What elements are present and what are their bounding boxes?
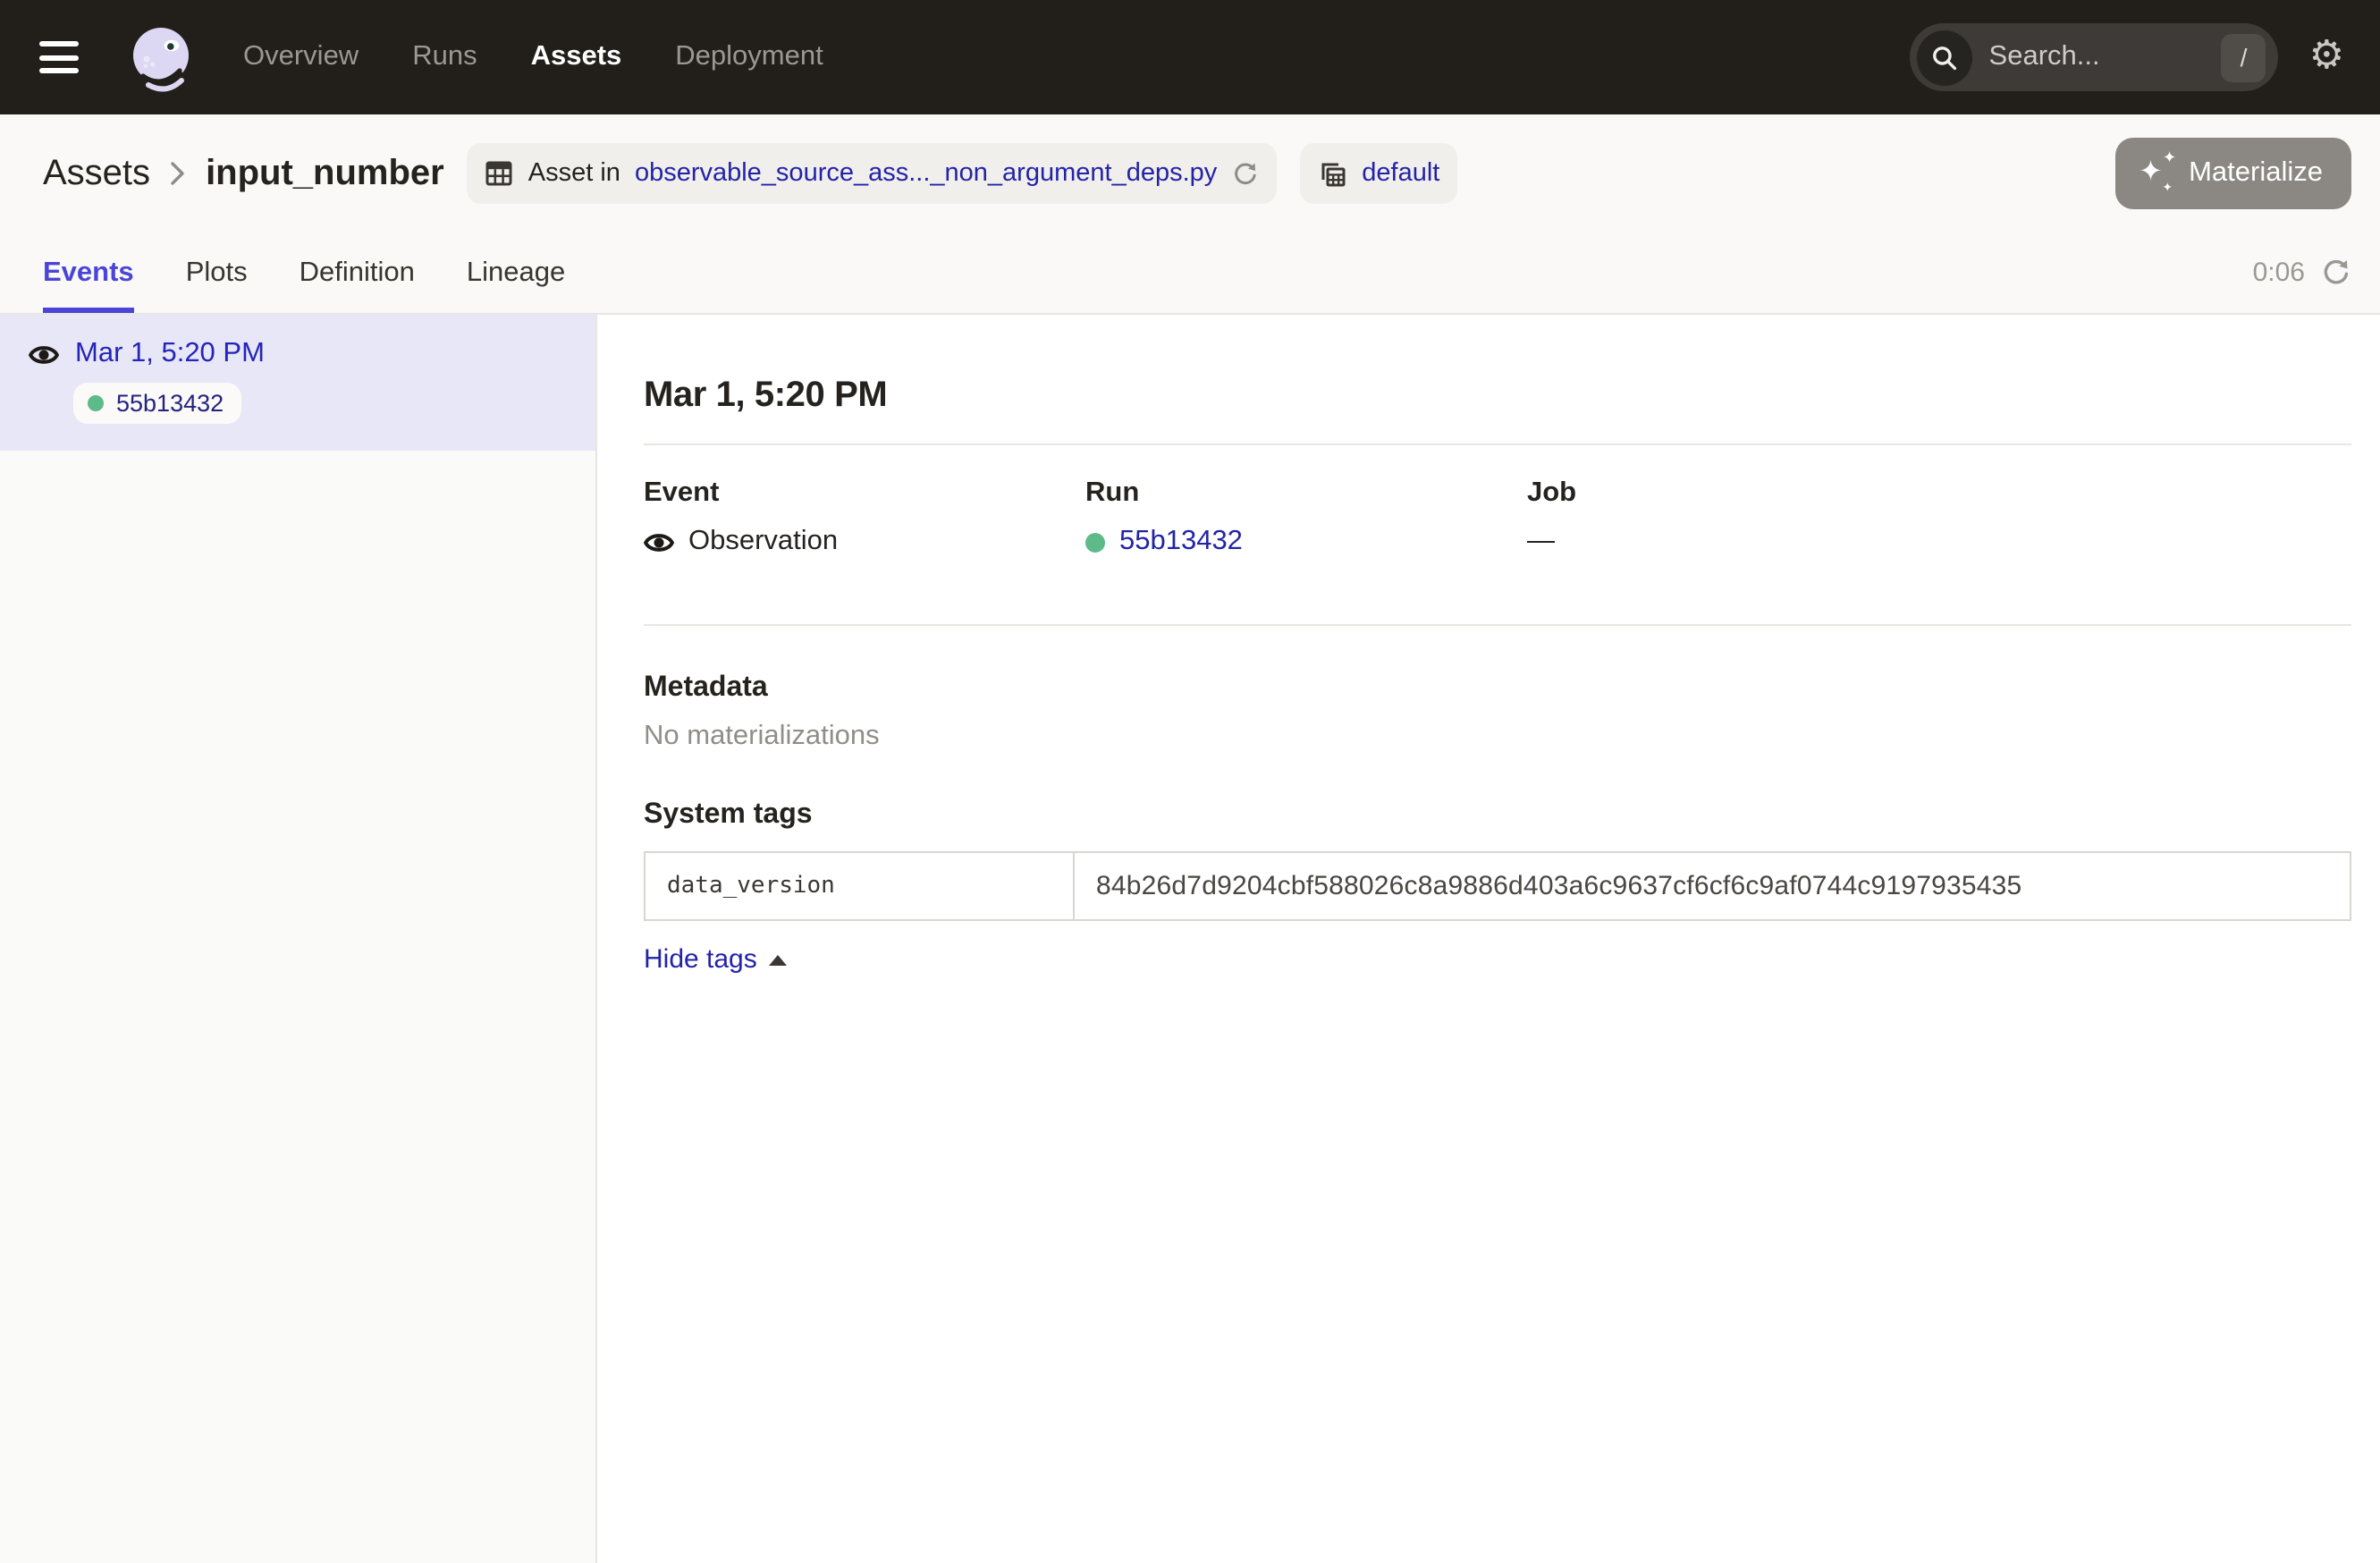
search-icon [1918,30,1973,85]
breadcrumb-assets-link[interactable]: Assets [43,153,150,194]
tab-lineage[interactable]: Lineage [467,232,565,313]
eye-icon [29,339,59,369]
run-id-pill[interactable]: 55b13432 [73,383,241,424]
refresh-icon[interactable] [2321,258,2351,288]
event-type-value: Observation [688,526,838,558]
page-body: Mar 1, 5:20 PM 55b13432 Mar 1, 5:20 PM E… [0,315,2380,1563]
job-column: Job — [1527,477,1969,558]
primary-nav: Overview Runs Assets Deployment [243,41,823,73]
system-tags-heading: System tags [644,799,2351,832]
sparkle-icon: ✦✦✦ [2139,156,2174,191]
nav-item-overview[interactable]: Overview [243,41,359,73]
asset-header: Assets input_number Asset in observable_… [0,114,2380,232]
tab-plots[interactable]: Plots [186,232,248,313]
hide-tags-link[interactable]: Hide tags [644,944,788,975]
asset-definition-link[interactable]: observable_source_ass..._non_argument_de… [635,159,1217,188]
tab-events[interactable]: Events [43,232,134,313]
tag-key-cell: data_version [645,852,1074,920]
event-detail-title: Mar 1, 5:20 PM [644,376,2351,417]
table-grid-icon [485,159,514,188]
search-input[interactable] [1989,41,2206,73]
repo-default-link[interactable]: default [1362,159,1439,188]
event-list-item[interactable]: Mar 1, 5:20 PM 55b13432 [0,315,595,451]
event-list-sidebar: Mar 1, 5:20 PM 55b13432 [0,315,597,1563]
gear-icon[interactable]: ⚙ [2309,38,2344,77]
job-column-label: Job [1527,477,1969,510]
refresh-countdown: 0:06 [2253,258,2305,288]
hamburger-menu-icon[interactable] [39,25,104,89]
event-column: Event Observation [644,477,1085,558]
nav-item-assets[interactable]: Assets [531,41,622,73]
metadata-heading: Metadata [644,672,2351,705]
materialize-button[interactable]: ✦✦✦ Materialize [2115,138,2351,209]
event-detail-panel: Mar 1, 5:20 PM Event Observation Run [597,315,2380,1563]
workspace-icon [1317,158,1347,189]
triangle-up-icon [770,954,788,965]
nav-item-deployment[interactable]: Deployment [675,41,823,73]
breadcrumb: Assets input_number [43,153,444,194]
nav-item-runs[interactable]: Runs [412,41,477,73]
run-status-dot [1085,532,1105,552]
repo-tag: default [1299,143,1457,204]
run-column-label: Run [1085,477,1527,510]
table-row: data_version 84b26d7d9204cbf588026c8a988… [645,852,2350,920]
asset-location-prefix: Asset in [528,159,620,188]
job-value: — [1527,526,1555,558]
metadata-empty-text: No materializations [644,721,2351,753]
divider [644,444,2351,445]
event-summary-columns: Event Observation Run 55b13432 [644,477,2351,558]
run-column: Run 55b13432 [1085,477,1527,558]
chevron-right-icon [170,161,186,186]
dagster-logo-icon[interactable] [125,21,197,93]
tab-bar: Events Plots Definition Lineage 0:06 [0,232,2380,315]
event-timestamp-link[interactable]: Mar 1, 5:20 PM [75,338,265,370]
tab-definition[interactable]: Definition [300,232,415,313]
asset-name: input_number [206,153,444,194]
event-column-label: Event [644,477,1085,510]
system-tags-table: data_version 84b26d7d9204cbf588026c8a988… [644,851,2351,921]
search-shortcut-key: / [2222,33,2266,81]
top-nav: Overview Runs Assets Deployment / ⚙ [0,0,2380,114]
tag-value-cell: 84b26d7d9204cbf588026c8a9886d403a6c9637c… [1074,852,2350,920]
run-status-dot [88,395,104,411]
search-box[interactable]: / [1911,23,2279,91]
eye-icon [644,527,674,557]
divider [644,624,2351,626]
asset-location-tag: Asset in observable_source_ass..._non_ar… [468,143,1277,204]
dagster-app: Overview Runs Assets Deployment / ⚙ Asse… [0,0,2380,1563]
reload-definitions-icon[interactable] [1231,160,1258,187]
run-id-link[interactable]: 55b13432 [1119,526,1243,558]
